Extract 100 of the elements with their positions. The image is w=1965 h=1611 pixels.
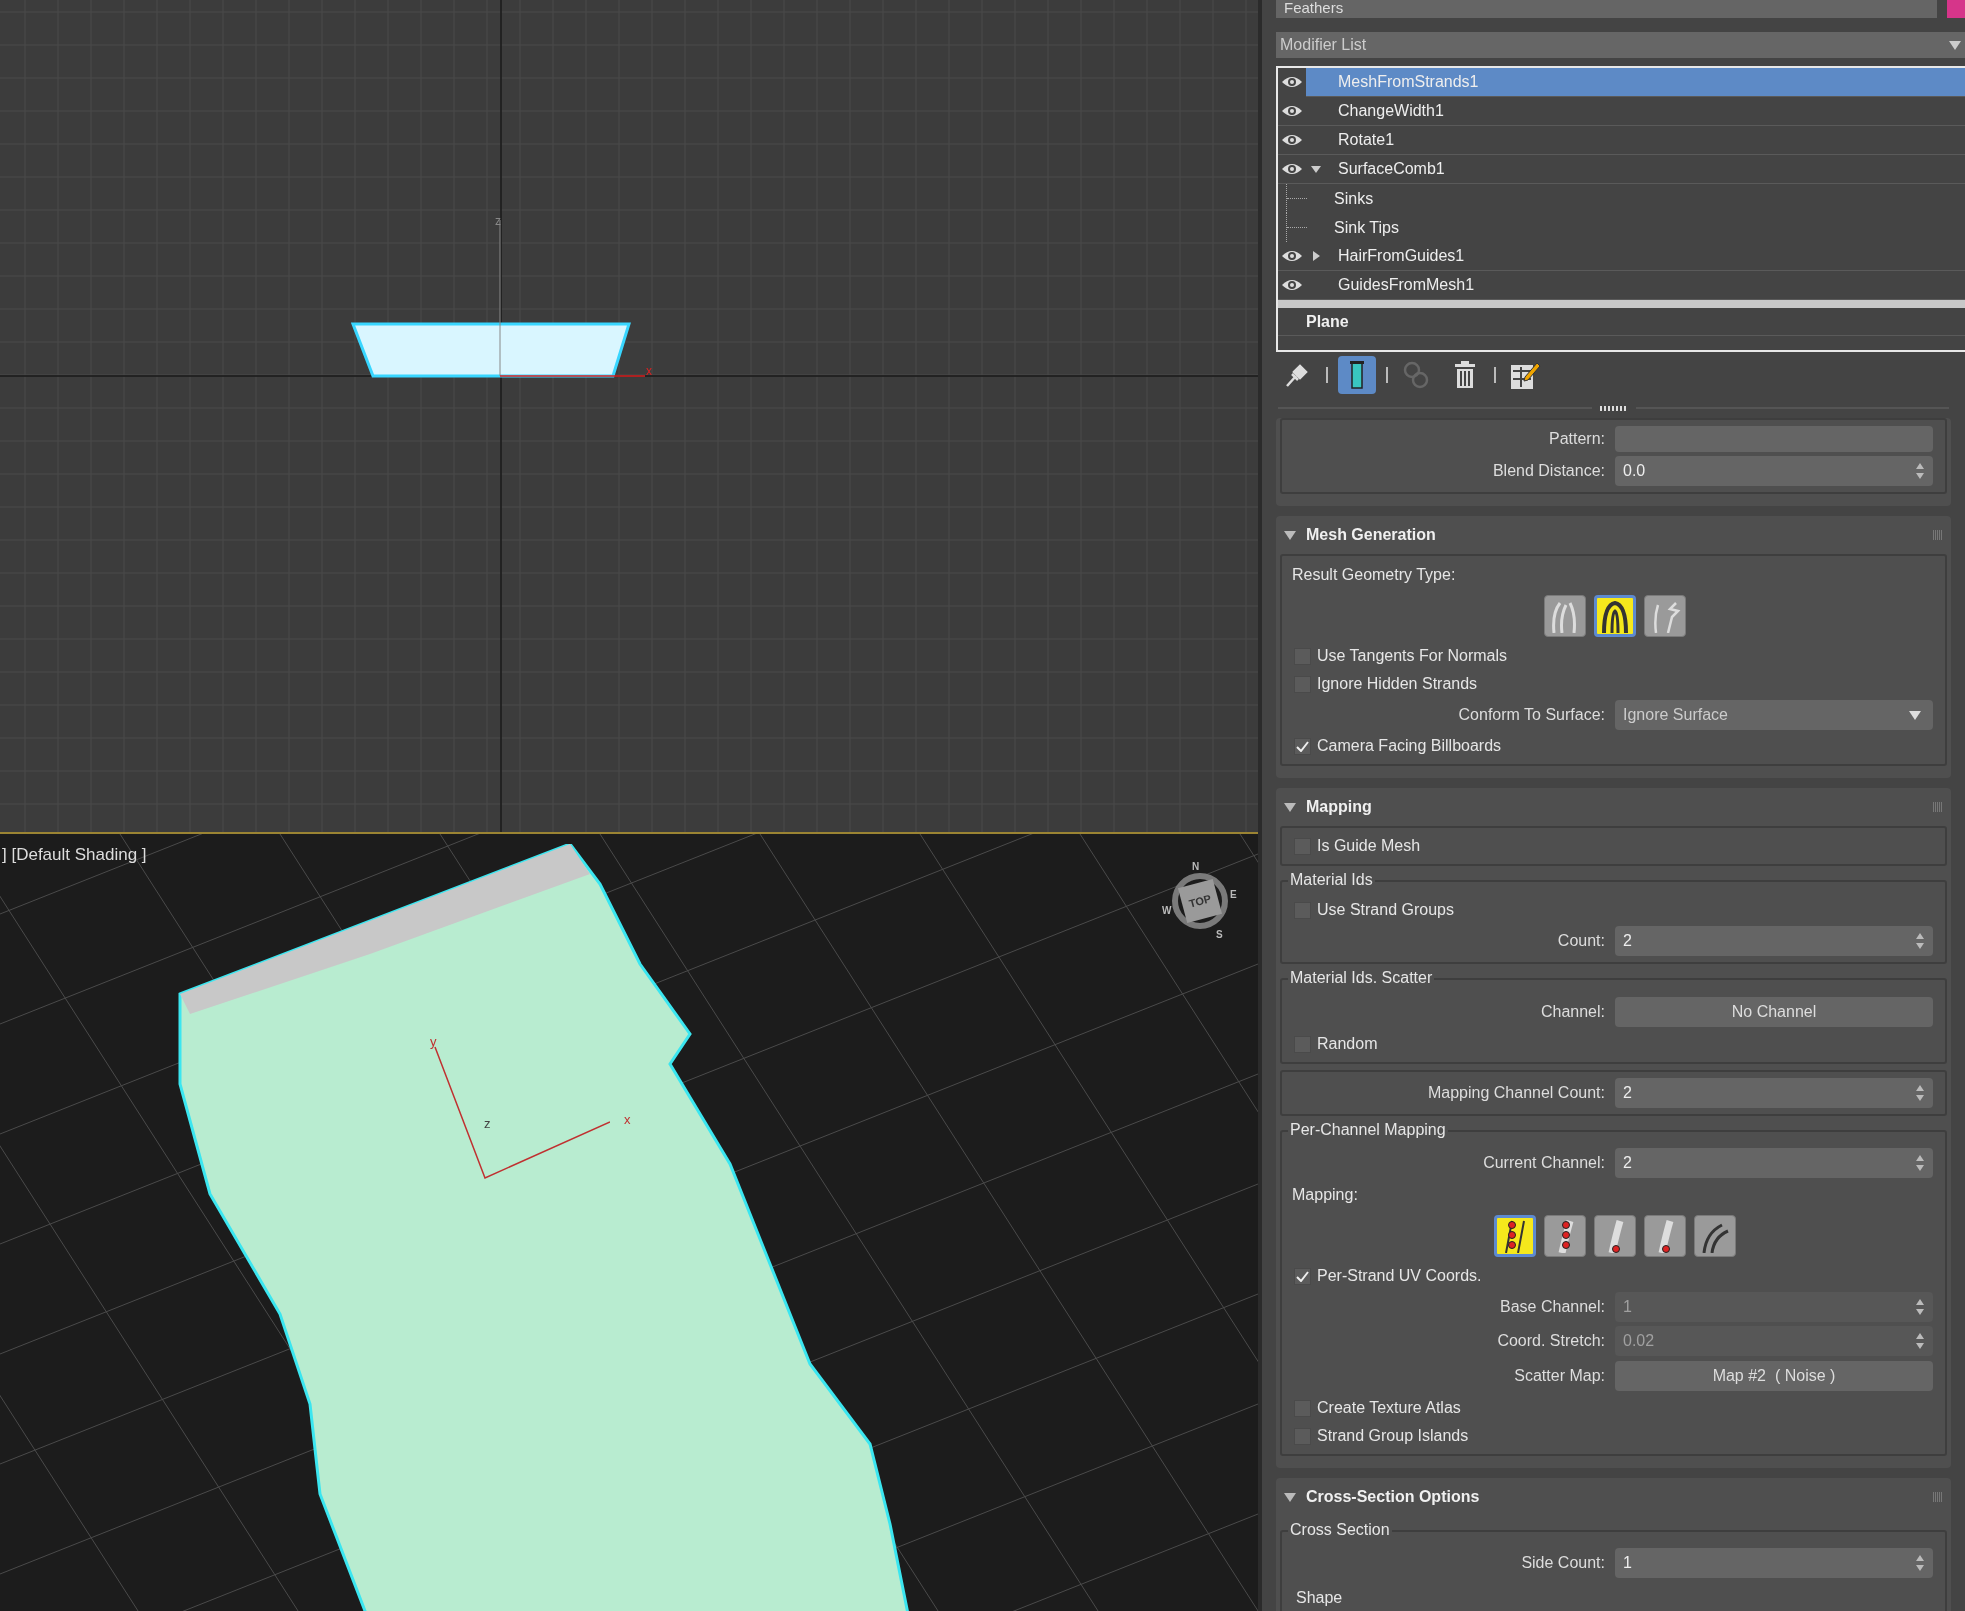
collapse-triangle-icon xyxy=(1284,1492,1296,1502)
modifier-item[interactable]: HairFromGuides1 xyxy=(1278,242,1965,271)
rollout-title: Mesh Generation xyxy=(1306,525,1437,545)
checkbox[interactable] xyxy=(1294,737,1311,755)
spinner-arrows-icon[interactable] xyxy=(1915,462,1925,480)
trash-icon xyxy=(1453,360,1477,390)
checkbox-label: Use Tangents For Normals xyxy=(1317,646,1507,666)
mode-button[interactable] xyxy=(1594,1215,1636,1257)
rollout-title: Cross-Section Options xyxy=(1306,1487,1481,1507)
perspective-viewport[interactable]: ] [Default Shading ] y z x TOP N E S W xyxy=(0,832,1258,1611)
modifier-name: SurfaceComb1 xyxy=(1337,159,1445,179)
field-label: Coord. Stretch: xyxy=(1496,1331,1605,1351)
dropdown[interactable]: Ignore Surface xyxy=(1615,700,1933,730)
checkbox[interactable] xyxy=(1294,1267,1311,1285)
rollout-title: Mapping xyxy=(1306,797,1373,817)
grip-icon xyxy=(1933,530,1943,540)
spinner-arrows-icon[interactable] xyxy=(1915,932,1925,950)
axis-label: x xyxy=(646,363,652,380)
compass-label: W xyxy=(1162,904,1172,918)
field-label: Pattern: xyxy=(1547,429,1605,449)
axis-label: z xyxy=(484,1115,491,1133)
modifier-item[interactable]: ChangeWidth1 xyxy=(1278,97,1965,126)
checkbox-label: Camera Facing Billboards xyxy=(1317,736,1502,756)
field-label: Mapping: xyxy=(1292,1185,1358,1205)
viewport-label[interactable]: ] [Default Shading ] xyxy=(2,842,147,868)
field-label: Blend Distance: xyxy=(1491,461,1605,481)
spinner-arrows-icon[interactable] xyxy=(1915,1084,1925,1102)
expand-triangle-icon[interactable] xyxy=(1311,164,1321,174)
compass-label: E xyxy=(1230,888,1237,902)
checkbox-label: Random xyxy=(1317,1034,1378,1054)
mode-button[interactable] xyxy=(1594,595,1636,637)
field-label: Scatter Map: xyxy=(1513,1366,1605,1386)
caret-icon xyxy=(1909,710,1921,720)
modifier-name: GuidesFromMesh1 xyxy=(1337,275,1475,295)
checkbox-label: Is Guide Mesh xyxy=(1317,836,1421,856)
toolbar-button[interactable] xyxy=(1338,356,1376,394)
checkbox-label: Strand Group Islands xyxy=(1317,1426,1469,1446)
field-label: Base Channel: xyxy=(1499,1297,1605,1317)
map-button[interactable]: No Channel xyxy=(1615,997,1933,1027)
axis-label: x xyxy=(624,1111,631,1129)
spinner-field[interactable]: 2 xyxy=(1615,1148,1933,1178)
mode-button[interactable] xyxy=(1544,1215,1586,1257)
field-label: Conform To Surface: xyxy=(1457,705,1605,725)
spinner-field[interactable]: 1 xyxy=(1615,1548,1933,1578)
modifier-name: ChangeWidth1 xyxy=(1337,101,1444,121)
field-label: Mapping Channel Count: xyxy=(1427,1083,1605,1103)
eye-icon[interactable] xyxy=(1281,278,1303,292)
modifier-name: Rotate1 xyxy=(1337,130,1395,150)
object-name-field[interactable]: Feathers xyxy=(1276,0,1937,18)
field-label: Current Channel: xyxy=(1482,1153,1605,1173)
visibility-toggle[interactable] xyxy=(1278,67,1306,97)
expand-triangle-icon[interactable] xyxy=(1311,251,1321,261)
pin-icon xyxy=(1284,362,1310,388)
grip-icon xyxy=(1933,802,1943,812)
spinner-arrows-icon[interactable] xyxy=(1915,1154,1925,1172)
rollout-header[interactable]: Mesh Generation xyxy=(1276,516,1951,554)
sub-object-item[interactable]: Sinks xyxy=(1330,186,1378,211)
checkbox-label: Create Texture Atlas xyxy=(1317,1398,1461,1418)
modifier-name: MeshFromStrands1 xyxy=(1337,72,1479,92)
map-button[interactable]: Map #2 ( Noise ) xyxy=(1615,1361,1933,1391)
sub-object-item[interactable]: Sink Tips xyxy=(1330,215,1403,240)
mode-button[interactable] xyxy=(1644,1215,1686,1257)
caret-icon xyxy=(1949,40,1961,50)
checkbox-label: Per-Strand UV Coords. xyxy=(1317,1266,1482,1286)
grip-icon xyxy=(1933,1492,1943,1502)
field-label: Result Geometry Type: xyxy=(1292,565,1456,585)
axis-label: y xyxy=(430,1033,437,1051)
mode-button[interactable] xyxy=(1494,1215,1536,1257)
spinner-field[interactable]: 0.0 xyxy=(1615,456,1933,486)
field-label: Side Count: xyxy=(1520,1553,1605,1573)
field-label: Shape xyxy=(1296,1588,1344,1608)
collapse-triangle-icon xyxy=(1284,802,1296,812)
mode-button[interactable] xyxy=(1694,1215,1736,1257)
test-tube-icon xyxy=(1350,360,1364,390)
spinner-arrows-icon[interactable] xyxy=(1915,1554,1925,1572)
axis-label: z xyxy=(495,213,501,230)
eye-icon[interactable] xyxy=(1281,75,1303,89)
eye-icon[interactable] xyxy=(1281,104,1303,118)
field-label: Channel: xyxy=(1539,1002,1605,1022)
spinner-field[interactable]: 2 xyxy=(1615,1078,1933,1108)
modifier-name: HairFromGuides1 xyxy=(1337,246,1465,266)
checkbox-label: Ignore Hidden Strands xyxy=(1317,674,1478,694)
collapse-triangle-icon xyxy=(1284,530,1296,540)
spinner-field[interactable]: 2 xyxy=(1615,926,1933,956)
compass-label: N xyxy=(1192,860,1200,874)
modifier-item[interactable]: SurfaceComb1 xyxy=(1278,155,1965,184)
field-label: Count: xyxy=(1556,931,1605,951)
compass-label: S xyxy=(1216,928,1223,942)
modifier-item[interactable]: MeshFromStrands1 xyxy=(1278,68,1965,97)
modifier-item[interactable]: Rotate1 xyxy=(1278,126,1965,155)
eye-icon[interactable] xyxy=(1281,249,1303,263)
modifier-list-dropdown[interactable]: Modifier List xyxy=(1276,32,1965,58)
rollout-header[interactable]: Cross-Section Options xyxy=(1276,1478,1951,1516)
rollout-header[interactable]: Mapping xyxy=(1276,788,1951,826)
checkbox-label: Use Strand Groups xyxy=(1317,900,1454,920)
base-object-item[interactable]: Plane xyxy=(1278,308,1965,336)
object-color-swatch[interactable] xyxy=(1947,0,1965,18)
eye-icon[interactable] xyxy=(1281,133,1303,147)
eye-icon[interactable] xyxy=(1281,162,1303,176)
top-viewport[interactable]: z x xyxy=(0,0,1258,832)
